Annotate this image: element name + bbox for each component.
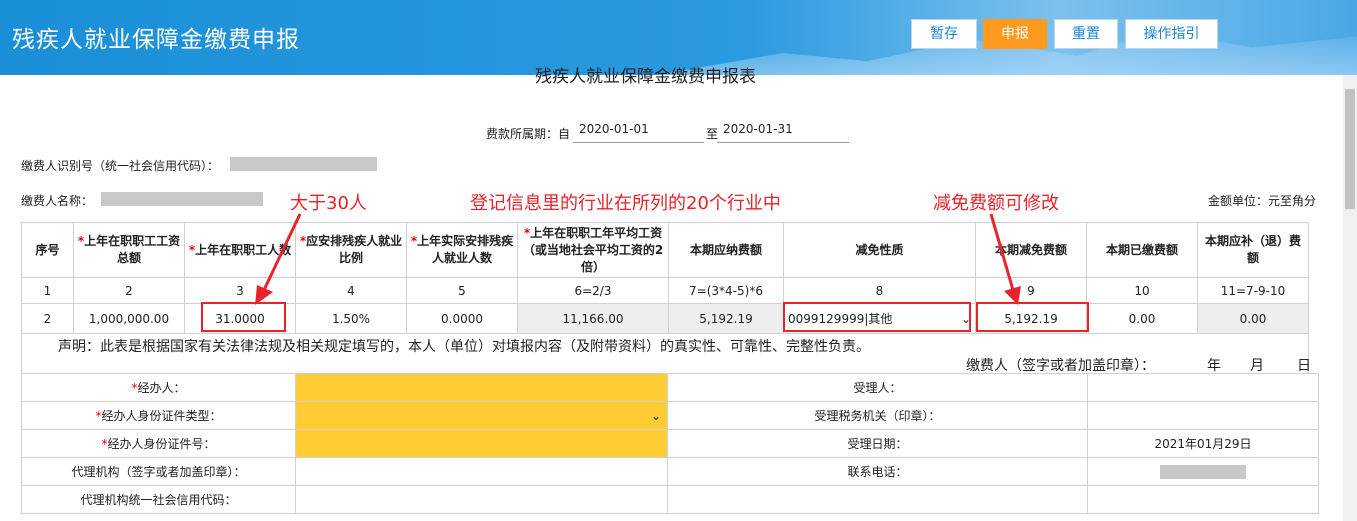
- payable-cell: 5,192.19: [668, 303, 784, 334]
- ratio-cell: 1.50%: [295, 303, 407, 334]
- payer-name-value: [101, 192, 263, 206]
- agent-row: *经办人： 受理人：: [21, 373, 1319, 402]
- agency-code-row: 代理机构统一社会信用代码：: [21, 485, 1319, 514]
- id-no-label: *经办人身份证件号：: [21, 429, 296, 458]
- sign-label: 缴费人（签字或者加盖印章）：: [966, 358, 1155, 374]
- header-row: 序号 *上年在职职工工资总额 *上年在职职工人数 *应安排残疾人就业比例 *上年…: [21, 222, 1309, 278]
- phone-value: [1087, 457, 1319, 486]
- id-no-input[interactable]: [295, 429, 668, 458]
- agency-label: 代理机构（签字或者加盖印章）：: [21, 457, 296, 486]
- reset-button[interactable]: 重置: [1054, 19, 1118, 49]
- col-header-paid: 本期已缴费额: [1086, 222, 1198, 278]
- col-header-staff-count: *上年在职职工人数: [184, 222, 296, 278]
- annotation-editable: 减免费额可修改: [933, 193, 1059, 214]
- annotation-over-30: 大于30人: [290, 193, 367, 214]
- declaration-cell: 声明：此表是根据国家有关法律法规及相关规定填写的，本人（单位）对填报内容（及附带…: [21, 333, 1311, 374]
- staff-count-highlight-box: [201, 302, 286, 332]
- index-row: 1 2 3 4 5 6=2/3 7=(3*4-5)*6 8 9 10 11=7-…: [21, 277, 1309, 304]
- index-cell: 11=7-9-10: [1197, 277, 1309, 304]
- seq-cell: 2: [21, 303, 74, 334]
- index-cell: 1: [21, 277, 74, 304]
- period-from-field[interactable]: 2020-01-01: [573, 122, 704, 143]
- index-cell: 7=(3*4-5)*6: [668, 277, 784, 304]
- date-value: 2021年01月29日: [1087, 429, 1319, 458]
- submit-button[interactable]: 申报: [983, 19, 1047, 49]
- save-draft-button[interactable]: 暂存: [911, 19, 977, 49]
- col-header-seq: 序号: [21, 222, 74, 278]
- index-cell: 10: [1086, 277, 1198, 304]
- agency-code-label: 代理机构统一社会信用代码：: [21, 485, 296, 514]
- id-type-row: *经办人身份证件类型： ⌄ 受理税务机关（印章）：: [21, 401, 1319, 430]
- index-cell: 6=2/3: [517, 277, 669, 304]
- year-label: 年: [1207, 358, 1221, 374]
- tax-office-label: 受理税务机关（印章）：: [667, 401, 1088, 430]
- col-header-ratio: *应安排残疾人就业比例: [295, 222, 407, 278]
- index-cell: 4: [295, 277, 407, 304]
- id-type-select[interactable]: ⌄: [295, 401, 668, 430]
- scrollbar-thumb[interactable]: [1345, 89, 1355, 209]
- due-cell: 0.00: [1197, 303, 1309, 334]
- index-cell: 3: [184, 277, 296, 304]
- index-cell: 2: [73, 277, 185, 304]
- paid-cell: 0.00: [1086, 303, 1198, 334]
- month-label: 月: [1250, 358, 1264, 374]
- index-cell: 5: [406, 277, 518, 304]
- payer-name-label: 缴费人名称：: [21, 194, 94, 208]
- declaration-table: 序号 *上年在职职工工资总额 *上年在职职工人数 *应安排残疾人就业比例 *上年…: [21, 222, 1311, 374]
- annotation-industry: 登记信息里的行业在所列的20个行业中: [470, 193, 781, 214]
- index-cell: 8: [783, 277, 976, 304]
- id-no-row: *经办人身份证件号： 受理日期： 2021年01月29日: [21, 429, 1319, 458]
- agency-code-input[interactable]: [295, 485, 668, 514]
- col-header-total-salary: *上年在职职工工资总额: [73, 222, 185, 278]
- agent-input[interactable]: [295, 373, 668, 402]
- unit-label: 金额单位：元至角分: [1208, 194, 1317, 208]
- avg-salary-cell: 11,166.00: [517, 303, 669, 334]
- tax-office-value: [1087, 401, 1319, 430]
- receiver-value: [1087, 373, 1319, 402]
- col-header-relief-amount: 本期减免费额: [975, 222, 1087, 278]
- total-salary-input[interactable]: 1,000,000.00: [73, 303, 185, 334]
- payer-id-label: 缴费人识别号（统一社会信用代码）：: [21, 159, 220, 173]
- declaration-text: 声明：此表是根据国家有关法律法规及相关规定填写的，本人（单位）对填报内容（及附带…: [58, 339, 870, 355]
- relief-amount-highlight-box: [976, 302, 1089, 332]
- col-header-avg-salary: *上年在职职工年平均工资（或当地社会平均工资的2倍）: [517, 222, 669, 278]
- receiver-label: 受理人：: [667, 373, 1088, 402]
- col-header-payable: 本期应纳费额: [668, 222, 784, 278]
- phone-label: 联系电话：: [667, 457, 1088, 486]
- actual-disabled-input[interactable]: 0.0000: [406, 303, 518, 334]
- col-header-actual-disabled: *上年实际安排残疾人就业人数: [406, 222, 518, 278]
- date-label: 受理日期：: [667, 429, 1088, 458]
- index-cell: 9: [975, 277, 1087, 304]
- agent-label: *经办人：: [21, 373, 296, 402]
- app-title: 残疾人就业保障金缴费申报: [12, 27, 300, 53]
- agency-row: 代理机构（签字或者加盖印章）： 联系电话：: [21, 457, 1319, 486]
- day-label: 日: [1297, 358, 1311, 374]
- agency-input[interactable]: [295, 457, 668, 486]
- form-title: 残疾人就业保障金缴费申报表: [535, 67, 756, 87]
- chevron-down-icon: ⌄: [650, 408, 661, 423]
- handler-table: *经办人： 受理人： *经办人身份证件类型： ⌄ 受理税务机关（印章）： *经办…: [21, 373, 1319, 514]
- declaration-row: 声明：此表是根据国家有关法律法规及相关规定填写的，本人（单位）对填报内容（及附带…: [21, 333, 1311, 374]
- payer-id-value: [230, 157, 377, 171]
- vertical-scrollbar[interactable]: [1343, 75, 1357, 521]
- empty-cell: [667, 485, 1088, 514]
- relief-nature-highlight-box: [783, 302, 971, 332]
- period-label: 费款所属期：自: [486, 127, 571, 141]
- col-header-relief-nature: 减免性质: [783, 222, 976, 278]
- col-header-due: 本期应补（退）费额: [1197, 222, 1309, 278]
- empty-cell: [1087, 485, 1319, 514]
- guide-button[interactable]: 操作指引: [1125, 19, 1218, 49]
- id-type-label: *经办人身份证件类型：: [21, 401, 296, 430]
- period-to-field[interactable]: 2020-01-31: [717, 122, 849, 143]
